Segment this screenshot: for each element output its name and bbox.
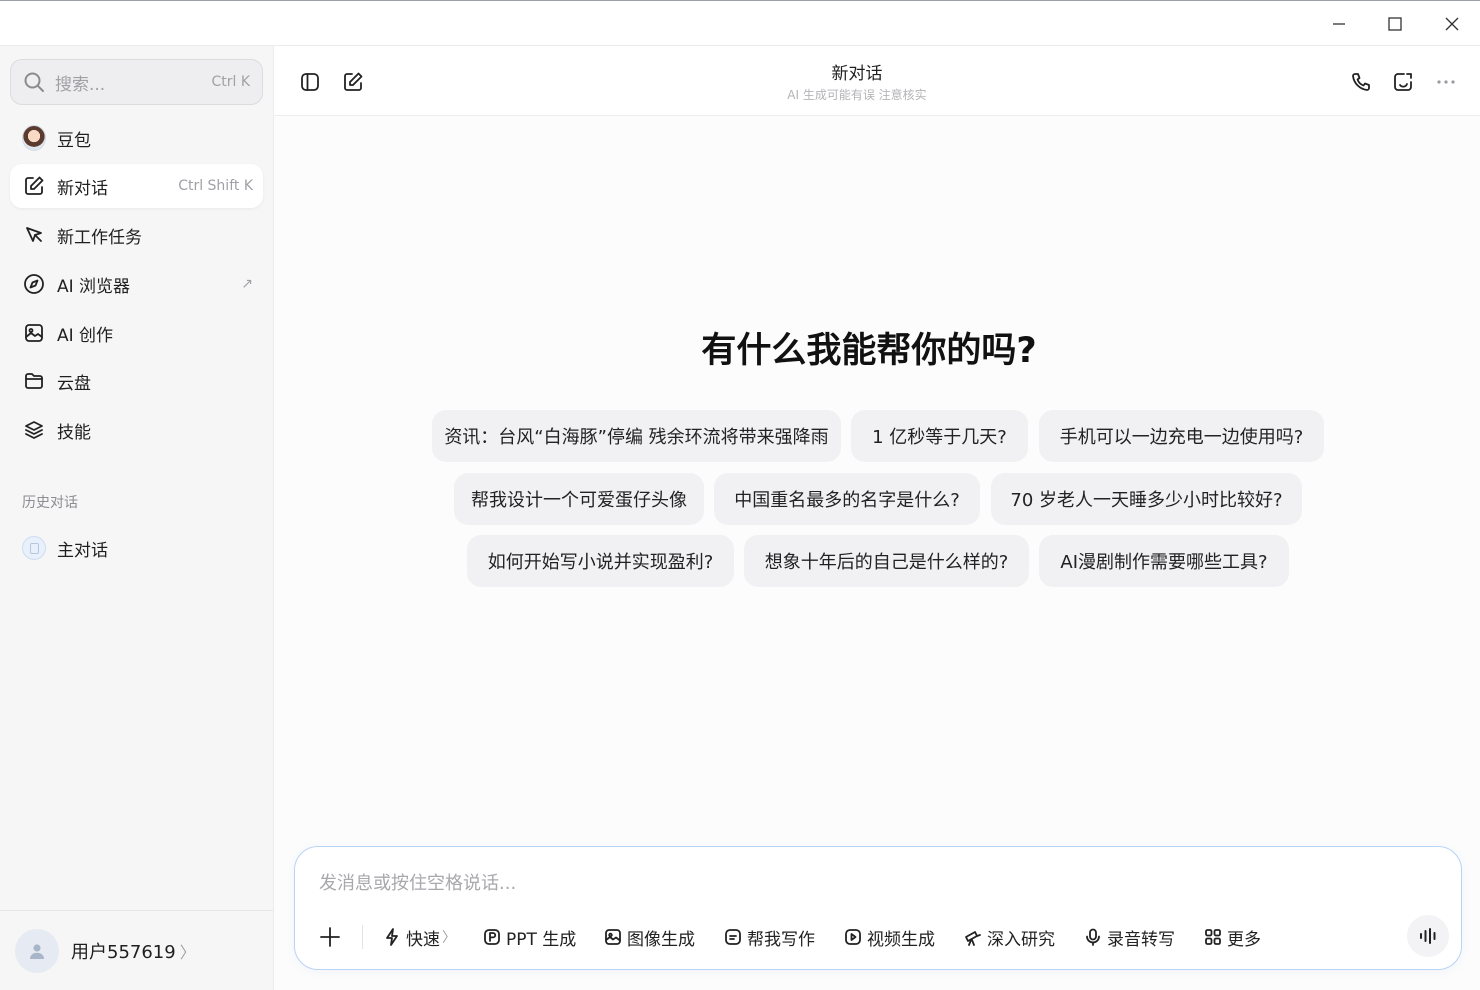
user-name: 用户557619 [71, 941, 176, 963]
chat-header: 新对话 AI 生成可能有误 注意核实 [274, 46, 1480, 116]
tool-label: 图像生成 [627, 929, 695, 950]
search-icon [24, 72, 44, 92]
tool-writing[interactable]: 帮我写作 [724, 923, 815, 951]
suggestion-chip[interactable]: 手机可以一边充电一边使用吗? [1039, 410, 1324, 462]
sidebar-item-new-chat[interactable]: 新对话 Ctrl Shift K [10, 164, 263, 208]
sidebar-item-label: 技能 [57, 422, 91, 443]
sidebar-item-label: 新对话 [57, 178, 108, 199]
task-icon [22, 223, 46, 247]
search-shortcut: Ctrl K [211, 74, 250, 90]
tool-more[interactable]: 更多 [1204, 923, 1261, 951]
phone-call-icon[interactable] [1345, 66, 1377, 98]
shortcut-hint: Ctrl Shift K [178, 178, 253, 194]
sidebar-item-label: 云盘 [57, 373, 91, 394]
main-area: 新对话 AI 生成可能有误 注意核实 有什么我能帮你的吗? 资讯：台风“白海豚”… [274, 46, 1480, 990]
plus-icon [320, 927, 340, 947]
tool-quick[interactable]: 快速 〉 [383, 923, 456, 951]
video-icon [845, 929, 861, 945]
grid-icon [1205, 929, 1221, 945]
lightning-icon [386, 928, 398, 946]
chevron-right-icon: 〉 [442, 930, 456, 946]
sidebar-item-label: 新工作任务 [57, 227, 142, 248]
sidebar-item-label: AI 创作 [57, 325, 114, 346]
sidebar-item-new-task[interactable]: 新工作任务 [10, 213, 263, 257]
suggestion-chip[interactable]: 1 亿秒等于几天? [851, 410, 1028, 462]
sidebar-item-ai-browser[interactable]: AI 浏览器 ↗ [10, 262, 263, 306]
image-icon [605, 929, 621, 945]
ppt-icon [484, 929, 500, 945]
close-icon[interactable] [1432, 9, 1472, 39]
tool-label: 快速 [406, 929, 440, 950]
minimize-icon[interactable] [1319, 9, 1359, 39]
tool-label: 深入研究 [987, 929, 1055, 950]
suggestion-chip[interactable]: 资讯：台风“白海豚”停编 残余环流将带来强降雨 [432, 410, 841, 462]
welcome-headline: 有什么我能帮你的吗? [701, 331, 1037, 371]
page-subtitle: AI 生成可能有误 注意核实 [787, 88, 927, 102]
tool-ppt[interactable]: PPT 生成 [483, 923, 576, 951]
tool-deep-research[interactable]: 深入研究 [964, 923, 1055, 951]
history-section-label: 历史对话 [22, 495, 78, 511]
more-options-icon[interactable] [1430, 66, 1462, 98]
sidebar-item-skills[interactable]: 技能 [10, 408, 263, 452]
conversation-icon [22, 536, 46, 560]
user-avatar-icon [15, 928, 59, 973]
telescope-icon [965, 931, 981, 946]
folder-icon [22, 369, 46, 393]
image-icon [22, 321, 46, 345]
sidebar-item-doubao[interactable]: 豆包 [10, 116, 263, 160]
sidebar-item-label: 豆包 [57, 130, 91, 151]
suggestion-chip[interactable]: 70 岁老人一天睡多少小时比较好? [991, 473, 1302, 525]
tool-video[interactable]: 视频生成 [844, 923, 935, 951]
external-link-icon: ↗ [241, 276, 253, 292]
tool-label: 视频生成 [867, 929, 935, 950]
layers-icon [22, 418, 46, 442]
message-composer: 发消息或按住空格说话... 快速 〉 PPT 生成 图像生成 帮我写作 视频生成 [294, 846, 1462, 970]
suggestion-chip[interactable]: 如何开始写小说并实现盈利? [467, 535, 734, 587]
suggestion-chip[interactable]: AI漫剧制作需要哪些工具? [1039, 535, 1289, 587]
tool-label: 帮我写作 [747, 929, 815, 950]
message-input[interactable]: 发消息或按住空格说话... [319, 869, 516, 895]
compose-icon [22, 174, 46, 198]
search-input[interactable]: 搜索... Ctrl K [10, 59, 263, 105]
maximize-icon[interactable] [1375, 9, 1415, 39]
suggestion-chip[interactable]: 想象十年后的自己是什么样的? [744, 535, 1029, 587]
compass-icon [22, 272, 46, 296]
voice-input-button[interactable] [1407, 915, 1449, 957]
suggestion-chip[interactable]: 帮我设计一个可爱蛋仔头像 [454, 473, 704, 525]
sidebar-item-cloud-drive[interactable]: 云盘 [10, 359, 263, 403]
microphone-icon [1086, 928, 1100, 946]
tool-label: 更多 [1227, 929, 1261, 950]
writing-icon [725, 929, 741, 945]
audio-wave-icon [1420, 928, 1436, 944]
tool-transcribe[interactable]: 录音转写 [1084, 923, 1175, 951]
tool-image[interactable]: 图像生成 [604, 923, 695, 951]
title-bar [0, 0, 1480, 46]
tool-label: PPT 生成 [506, 929, 577, 950]
history-item[interactable]: 主对话 [10, 526, 263, 570]
search-placeholder: 搜索... [55, 74, 106, 95]
tool-label: 录音转写 [1107, 929, 1175, 950]
doubao-avatar [22, 125, 46, 151]
user-profile[interactable]: 用户557619 〉 [0, 910, 273, 990]
sidebar-item-ai-create[interactable]: AI 创作 [10, 311, 263, 355]
suggestion-chip[interactable]: 中国重名最多的名字是什么? [714, 473, 980, 525]
sidebar-item-label: AI 浏览器 [57, 276, 131, 297]
sidebar: 搜索... Ctrl K 豆包 新对话 Ctrl Shift K 新工作任务 A… [0, 46, 274, 990]
toolbar-divider [362, 925, 363, 949]
share-screen-icon[interactable] [1387, 66, 1419, 98]
add-attachment-button[interactable] [319, 923, 346, 951]
page-title: 新对话 [831, 64, 883, 84]
history-item-label: 主对话 [57, 540, 108, 561]
chevron-right-icon: 〉 [179, 942, 196, 962]
